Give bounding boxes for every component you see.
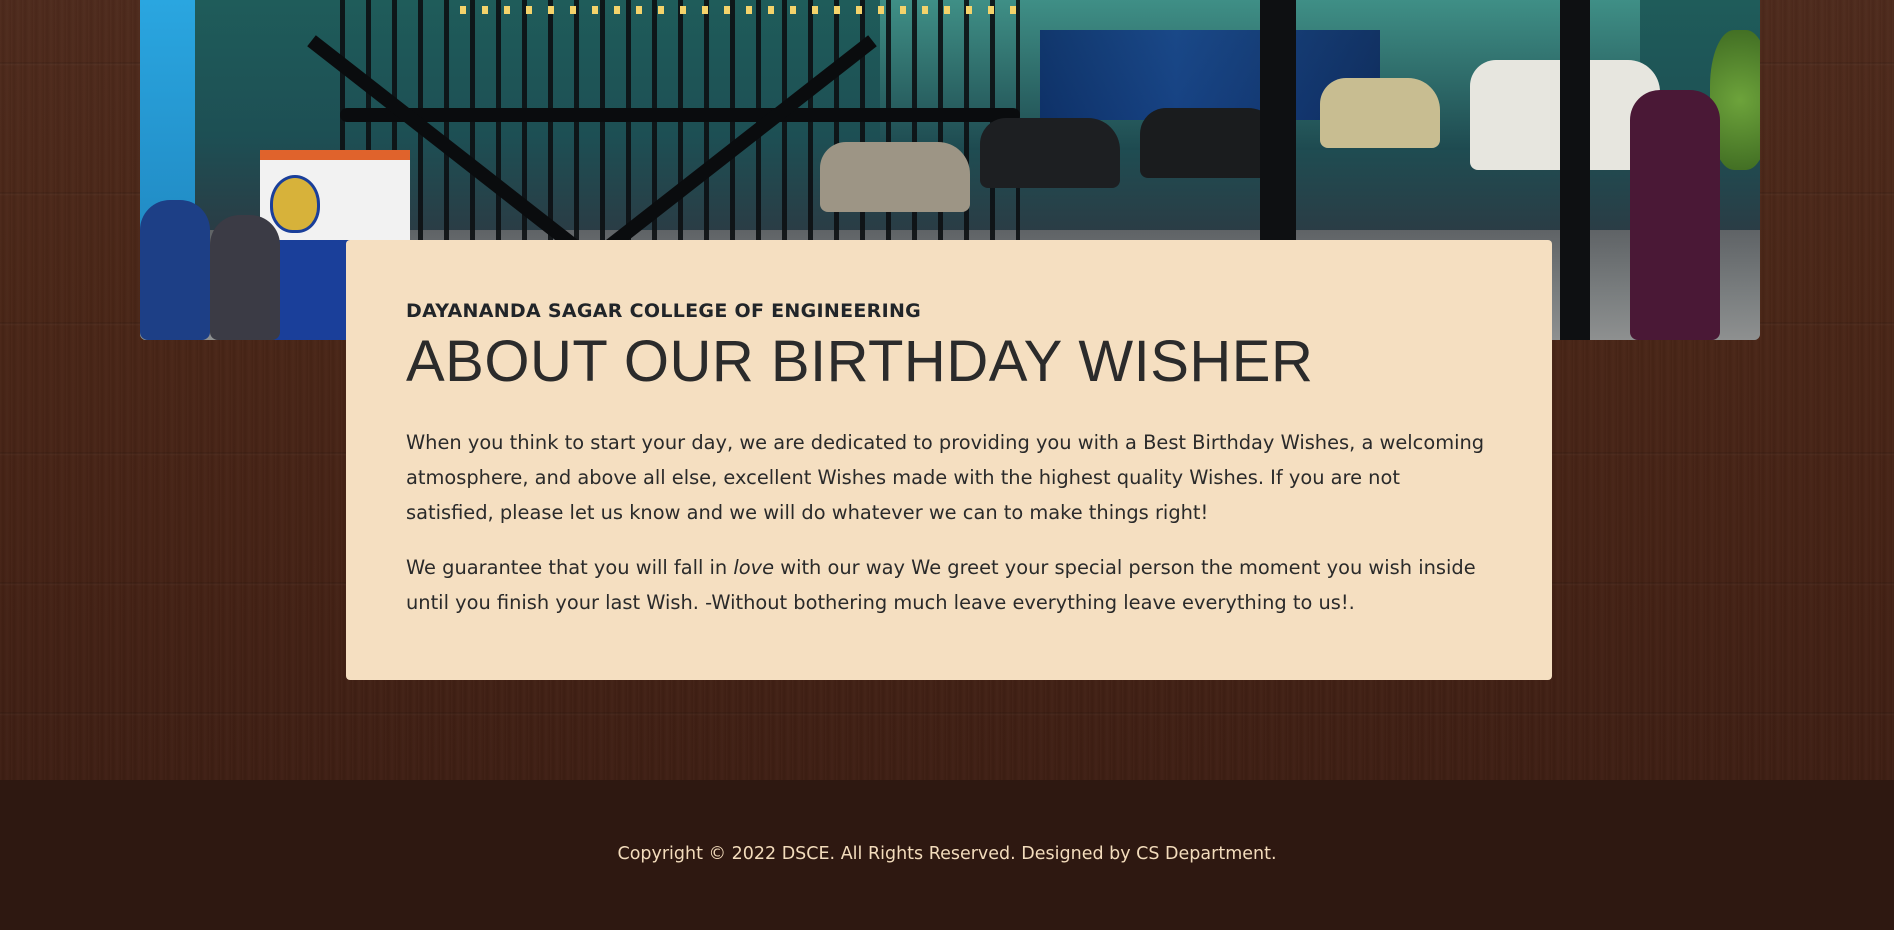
about-heading: ABOUT OUR BIRTHDAY WISHER (406, 329, 1314, 394)
hero-string-lights (460, 6, 1020, 14)
hero-pillar (1260, 0, 1296, 240)
footer: Copyright © 2022 DSCE. All Rights Reserv… (0, 780, 1894, 930)
hero-sign-emblem (270, 175, 320, 233)
about-paragraph-1: When you think to start your day, we are… (406, 430, 1485, 524)
hero-car (980, 118, 1120, 188)
hero-pillar (1560, 0, 1590, 340)
about-paragraph-2-emphasis: love (733, 555, 775, 579)
copyright-text: Copyright © 2022 DSCE. All Rights Reserv… (617, 844, 1277, 864)
about-paragraph-2: We guarantee that you will fall in love … (406, 550, 1492, 620)
about-card: DAYANANDA SAGAR COLLEGE OF ENGINEERING A… (346, 240, 1552, 680)
college-name-subheading: DAYANANDA SAGAR COLLEGE OF ENGINEERING (406, 300, 922, 322)
about-paragraph-2-start: We guarantee that you will fall in (406, 555, 734, 579)
hero-person (1630, 90, 1720, 340)
hero-gate-bar (340, 108, 1020, 122)
hero-person (140, 200, 210, 340)
hero-car (820, 142, 970, 212)
hero-car (1140, 108, 1280, 178)
hero-person (210, 215, 280, 340)
hero-car (1320, 78, 1440, 148)
